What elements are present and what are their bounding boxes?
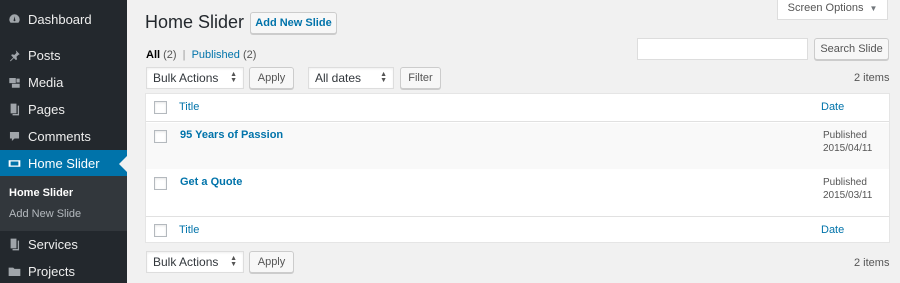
table-header-row: Title Date [146,94,889,122]
page-title: Home Slider [145,12,245,32]
bulk-actions-value: Bulk Actions [153,71,219,85]
date-filter-value: All dates [315,71,362,85]
row-date-cell: Published 2015/04/11 [823,129,872,155]
row-status: Published [823,177,867,188]
table-footer-row: Title Date [146,216,889,243]
select-all-checkbox-footer[interactable] [154,224,167,237]
comment-icon [8,130,21,143]
column-date-sort[interactable]: Date [821,101,844,113]
search-input[interactable] [637,38,808,60]
screen-options-toggle[interactable]: Screen Options ▼ [777,0,888,20]
row-date: 2015/04/11 [823,143,873,154]
sidebar-item-dashboard[interactable]: Dashboard [0,6,127,33]
dashboard-icon [8,13,21,26]
sidebar-item-label: Projects [28,264,75,279]
submenu-item-add-new-slide[interactable]: Add New Slide [9,208,81,220]
add-new-slide-button[interactable]: Add New Slide [250,12,337,34]
bulk-actions-value: Bulk Actions [153,255,219,269]
slides-icon [8,157,21,170]
search-slide-button[interactable]: Search Slide [814,38,889,60]
sidebar-item-home-slider[interactable]: Home Slider [0,150,127,176]
sidebar-item-label: Pages [28,102,65,117]
sidebar-item-label: Comments [28,129,91,144]
page-icon [8,103,21,116]
sidebar-item-posts[interactable]: Posts [0,42,127,69]
sidebar-item-media[interactable]: Media [0,69,127,96]
sidebar-item-comments[interactable]: Comments [0,123,127,150]
date-filter-select[interactable]: All dates ▲ ▼ [308,67,394,89]
filter-all-link[interactable]: All [146,49,160,61]
slides-table: Title Date 95 Years of Passion Published… [145,93,890,243]
row-date-cell: Published 2015/03/11 [823,176,872,202]
row-status: Published [823,130,867,141]
admin-sidebar: Dashboard Posts Media Pages Comments Hom… [0,0,127,283]
apply-button-bottom[interactable]: Apply [249,251,294,273]
sidebar-item-label: Dashboard [28,12,92,27]
row-checkbox[interactable] [154,177,167,190]
apply-button-top[interactable]: Apply [249,67,294,89]
filter-separator: | [182,49,186,61]
column-date-sort-footer[interactable]: Date [821,224,844,236]
submenu-item-home-slider[interactable]: Home Slider [9,187,73,199]
pin-icon [8,49,21,62]
column-title-sort[interactable]: Title [179,101,199,113]
sidebar-item-label: Media [28,75,64,90]
page-icon [8,238,21,251]
select-arrows-icon: ▲ ▼ [380,71,387,84]
status-filter-links: All (2) | Published (2) [146,49,256,61]
sidebar-item-label: Posts [28,48,61,63]
filter-button[interactable]: Filter [400,67,441,89]
row-checkbox[interactable] [154,130,167,143]
sidebar-item-projects[interactable]: Projects [0,258,127,283]
select-arrows-icon: ▲ ▼ [230,71,237,84]
select-arrows-icon: ▲ ▼ [230,255,237,268]
filter-published-count: (2) [242,49,257,61]
sidebar-submenu: Home Slider Add New Slide [0,176,127,231]
filter-all-count: (2) [163,49,177,61]
bulk-actions-select-bottom[interactable]: Bulk Actions ▲ ▼ [146,251,244,273]
sidebar-item-services[interactable]: Services [0,231,127,258]
bulk-actions-select[interactable]: Bulk Actions ▲ ▼ [146,67,244,89]
items-count-bottom: 2 items [854,257,890,269]
table-row: 95 Years of Passion Published 2015/04/11 [146,123,889,169]
items-count-top: 2 items [854,72,890,84]
caret-down-icon: ▼ [869,3,878,13]
table-row: Get a Quote Published 2015/03/11 [146,169,889,216]
folder-icon [8,265,21,278]
media-icon [8,76,21,89]
select-all-checkbox[interactable] [154,101,167,114]
sidebar-item-label: Home Slider [28,155,100,171]
row-title-link[interactable]: Get a Quote [180,176,242,188]
screen-options-label: Screen Options [787,2,864,14]
filter-published-link[interactable]: Published [192,49,240,61]
column-title-sort-footer[interactable]: Title [179,224,199,236]
row-title-link[interactable]: 95 Years of Passion [180,129,283,141]
sidebar-item-label: Services [28,237,78,252]
row-date: 2015/03/11 [823,190,873,201]
sidebar-item-pages[interactable]: Pages [0,96,127,123]
